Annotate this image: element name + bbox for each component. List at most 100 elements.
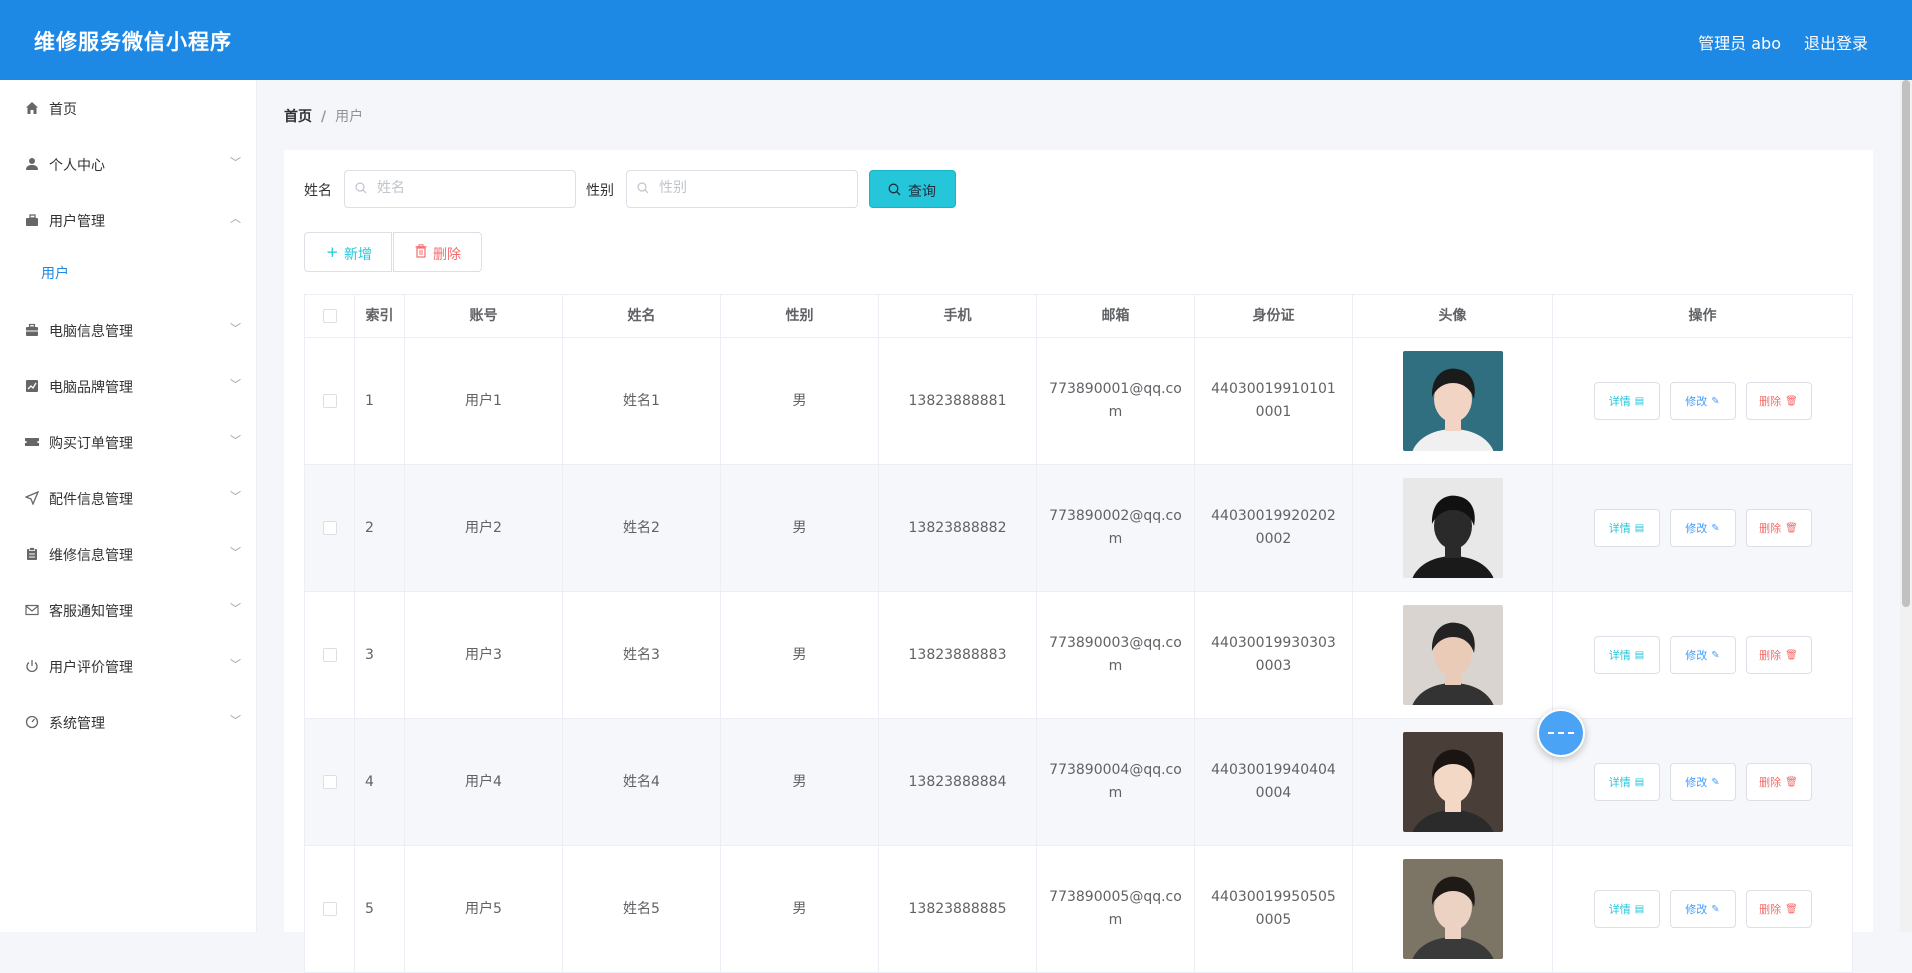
app-title: 维修服务微信小程序 bbox=[34, 30, 232, 54]
row-checkbox[interactable] bbox=[322, 648, 337, 662]
row-select-cell bbox=[305, 338, 355, 464]
column-header: 头像 bbox=[1353, 295, 1553, 337]
sidebar-item-label: 维修信息管理 bbox=[49, 548, 133, 564]
cell-account: 用户4 bbox=[405, 719, 563, 845]
row-checkbox[interactable] bbox=[322, 902, 337, 916]
row-checkbox[interactable] bbox=[322, 775, 337, 789]
row-detail-button[interactable]: 详情 ▤ bbox=[1593, 890, 1660, 928]
cell-phone: 13823888883 bbox=[879, 592, 1037, 718]
sidebar-item-customer-notices[interactable]: 客服通知管理 ﹀ bbox=[0, 590, 256, 630]
select-all-cell bbox=[305, 295, 355, 337]
row-checkbox[interactable] bbox=[322, 394, 337, 408]
row-checkbox[interactable] bbox=[322, 521, 337, 535]
batch-delete-button[interactable]: 删除 bbox=[393, 232, 482, 272]
logout-button[interactable]: 退出登录 bbox=[1804, 30, 1868, 54]
cell-id-card: 440300199303030003 bbox=[1195, 592, 1353, 718]
row-delete-button[interactable]: 删除 🗑 bbox=[1745, 763, 1812, 801]
name-filter-label: 姓名 bbox=[304, 183, 332, 199]
power-icon bbox=[24, 658, 40, 674]
select-all-checkbox[interactable] bbox=[322, 309, 337, 323]
chevron-down-icon: ﹀ bbox=[230, 546, 241, 559]
sidebar-item-user-reviews[interactable]: 用户评价管理 ﹀ bbox=[0, 646, 256, 686]
admin-label: 管理员 abo bbox=[1698, 34, 1781, 53]
row-select-cell bbox=[305, 465, 355, 591]
row-delete-label: 删除 bbox=[1759, 521, 1782, 535]
cell-actions: 详情 ▤ 修改 ✎ 删除 🗑 bbox=[1553, 338, 1852, 464]
sidebar-item-label: 用户评价管理 bbox=[49, 660, 133, 676]
chevron-down-icon: ﹀ bbox=[230, 602, 241, 615]
sidebar-item-user-management[interactable]: 用户管理 ︿ bbox=[0, 200, 256, 240]
sidebar-item-label: 系统管理 bbox=[49, 716, 105, 732]
scrollbar-thumb[interactable] bbox=[1902, 80, 1910, 607]
cell-email: 773890002@qq.com bbox=[1037, 465, 1195, 591]
row-edit-button[interactable]: 修改 ✎ bbox=[1669, 509, 1736, 547]
cell-index: 1 bbox=[355, 338, 405, 464]
row-edit-button[interactable]: 修改 ✎ bbox=[1669, 763, 1736, 801]
avatar bbox=[1402, 478, 1503, 578]
sidebar-item-label: 电脑信息管理 bbox=[49, 324, 133, 340]
row-detail-label: 详情 bbox=[1608, 902, 1631, 916]
cell-name: 姓名2 bbox=[563, 465, 721, 591]
breadcrumb-current: 用户 bbox=[335, 109, 364, 125]
gender-filter-field[interactable] bbox=[626, 170, 858, 208]
sidebar-item-computer-info[interactable]: 电脑信息管理 ﹀ bbox=[0, 310, 256, 350]
column-header: 手机 bbox=[879, 295, 1037, 337]
cell-avatar bbox=[1353, 719, 1553, 845]
cell-id-card: 440300199505050005 bbox=[1195, 846, 1353, 972]
chevron-up-icon: ︿ bbox=[230, 212, 241, 225]
floating-assistant-button[interactable] bbox=[1537, 709, 1585, 757]
row-delete-button[interactable]: 删除 🗑 bbox=[1745, 890, 1812, 928]
cell-actions: 详情 ▤ 修改 ✎ 删除 🗑 bbox=[1553, 719, 1852, 845]
cell-actions: 详情 ▤ 修改 ✎ 删除 🗑 bbox=[1553, 846, 1852, 972]
table-row: 5 用户5 姓名5 男 13823888885 773890005@qq.com 44030… bbox=[304, 846, 1853, 973]
mail-icon bbox=[24, 602, 40, 618]
query-button[interactable]: 查询 bbox=[869, 170, 956, 208]
sidebar-subitem-users[interactable]: 用户 bbox=[0, 252, 256, 292]
sidebar-item-purchase-orders[interactable]: 购买订单管理 ﹀ bbox=[0, 422, 256, 462]
row-edit-button[interactable]: 修改 ✎ bbox=[1669, 636, 1736, 674]
page-scrollbar[interactable] bbox=[1900, 80, 1912, 932]
cell-gender: 男 bbox=[721, 592, 879, 718]
add-button[interactable]: + 新增 bbox=[304, 232, 392, 272]
cell-name: 姓名3 bbox=[563, 592, 721, 718]
row-detail-button[interactable]: 详情 ▤ bbox=[1593, 509, 1660, 547]
gender-search-input[interactable] bbox=[657, 179, 841, 197]
row-detail-button[interactable]: 详情 ▤ bbox=[1593, 636, 1660, 674]
chevron-down-icon: ﹀ bbox=[230, 378, 241, 391]
cell-account: 用户2 bbox=[405, 465, 563, 591]
row-edit-button[interactable]: 修改 ✎ bbox=[1669, 382, 1736, 420]
sidebar-item-repair-info[interactable]: 维修信息管理 ﹀ bbox=[0, 534, 256, 574]
table-header: 索引 账号 姓名 性别 手机 邮箱 身份证 头像 操作 bbox=[304, 294, 1853, 338]
name-search-input[interactable] bbox=[375, 179, 559, 197]
search-icon bbox=[355, 182, 367, 194]
cell-gender: 男 bbox=[721, 846, 879, 972]
cell-email: 773890004@qq.com bbox=[1037, 719, 1195, 845]
sidebar-item-computer-brand[interactable]: 电脑品牌管理 ﹀ bbox=[0, 366, 256, 406]
row-edit-label: 修改 bbox=[1685, 902, 1708, 916]
suitcase-icon bbox=[24, 322, 40, 338]
row-delete-button[interactable]: 删除 🗑 bbox=[1745, 509, 1812, 547]
row-detail-label: 详情 bbox=[1608, 521, 1631, 535]
row-edit-button[interactable]: 修改 ✎ bbox=[1669, 890, 1736, 928]
briefcase-icon bbox=[24, 212, 40, 228]
row-delete-label: 删除 bbox=[1759, 394, 1782, 408]
chevron-down-icon: ﹀ bbox=[230, 322, 241, 335]
sidebar-item-home[interactable]: 首页 bbox=[0, 88, 256, 128]
trash-icon: 🗑 bbox=[1785, 522, 1798, 534]
sidebar-item-system[interactable]: 系统管理 ﹀ bbox=[0, 702, 256, 742]
cell-phone: 13823888884 bbox=[879, 719, 1037, 845]
row-detail-button[interactable]: 详情 ▤ bbox=[1593, 763, 1660, 801]
sidebar-item-personal-center[interactable]: 个人中心 ﹀ bbox=[0, 144, 256, 184]
row-delete-button[interactable]: 删除 🗑 bbox=[1745, 382, 1812, 420]
sidebar-item-label: 个人中心 bbox=[49, 158, 105, 174]
name-filter-field[interactable] bbox=[344, 170, 576, 208]
table-row: 1 用户1 姓名1 男 13823888881 773890001@qq.com 44030… bbox=[304, 338, 1853, 465]
row-detail-button[interactable]: 详情 ▤ bbox=[1593, 382, 1660, 420]
table-row: 2 用户2 姓名2 男 13823888882 773890002@qq.com 44030… bbox=[304, 465, 1853, 592]
row-delete-button[interactable]: 删除 🗑 bbox=[1745, 636, 1812, 674]
pencil-icon: ✎ bbox=[1711, 903, 1720, 915]
sidebar-item-parts-info[interactable]: 配件信息管理 ﹀ bbox=[0, 478, 256, 518]
breadcrumb-home[interactable]: 首页 bbox=[284, 109, 312, 125]
pencil-icon: ✎ bbox=[1711, 649, 1720, 661]
chevron-down-icon: ﹀ bbox=[230, 714, 241, 727]
